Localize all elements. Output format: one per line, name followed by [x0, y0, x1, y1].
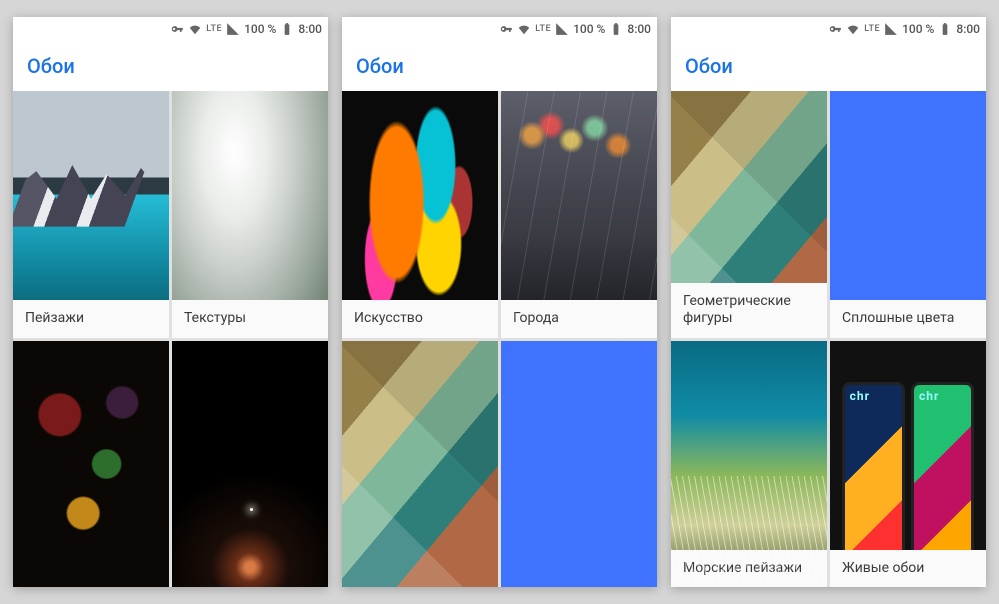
app-header: Обои: [13, 41, 328, 91]
app-header: Обои: [671, 41, 986, 91]
wifi-icon: [846, 22, 860, 36]
wallpaper-category-tile[interactable]: [172, 341, 328, 588]
category-label: Живые обои: [830, 550, 986, 588]
key-icon: [828, 22, 842, 36]
category-grid[interactable]: Геометрические фигуры Сплошные цвета Мор…: [671, 91, 986, 587]
wallpaper-category-tile[interactable]: [13, 341, 169, 588]
category-label: Сплошные цвета: [830, 300, 986, 338]
category-grid[interactable]: Искусство Города: [342, 91, 657, 587]
app-header: Обои: [342, 41, 657, 91]
battery-icon: [938, 22, 952, 36]
battery-icon: [280, 22, 294, 36]
category-label: Искусство: [342, 300, 498, 338]
wallpaper-category-tile[interactable]: Города: [501, 91, 657, 338]
wallpaper-category-tile[interactable]: Пейзажи: [13, 91, 169, 338]
battery-icon: [609, 22, 623, 36]
signal-icon: [884, 22, 898, 36]
wallpaper-category-tile[interactable]: [342, 341, 498, 588]
battery-pct: 100 %: [573, 22, 605, 36]
network-type: LTE: [535, 25, 551, 34]
wallpaper-category-tile[interactable]: Искусство: [342, 91, 498, 338]
category-label: Пейзажи: [13, 300, 169, 338]
clock: 8:00: [956, 22, 980, 36]
status-bar: LTE 100 % 8:00: [671, 17, 986, 41]
category-label: Города: [501, 300, 657, 338]
wallpaper-category-tile[interactable]: Текстуры: [172, 91, 328, 338]
status-bar: LTE 100 % 8:00: [13, 17, 328, 41]
battery-pct: 100 %: [902, 22, 934, 36]
phone-mock-icon: [842, 382, 905, 577]
page-title: Обои: [356, 54, 404, 78]
key-icon: [499, 22, 513, 36]
battery-pct: 100 %: [244, 22, 276, 36]
wifi-icon: [188, 22, 202, 36]
key-icon: [170, 22, 184, 36]
wallpaper-category-tile[interactable]: [501, 341, 657, 588]
wallpaper-category-tile[interactable]: Геометрические фигуры: [671, 91, 827, 338]
clock: 8:00: [298, 22, 322, 36]
status-bar: LTE 100 % 8:00: [342, 17, 657, 41]
signal-icon: [555, 22, 569, 36]
network-type: LTE: [864, 25, 880, 34]
category-label: Морские пейзажи: [671, 550, 827, 588]
signal-icon: [226, 22, 240, 36]
phone-screen: LTE 100 % 8:00 Обои Пейзажи Текстуры: [13, 17, 328, 587]
wallpaper-category-tile[interactable]: Морские пейзажи: [671, 341, 827, 588]
clock: 8:00: [627, 22, 651, 36]
category-grid[interactable]: Пейзажи Текстуры: [13, 91, 328, 587]
wallpaper-category-tile[interactable]: Сплошные цвета: [830, 91, 986, 338]
phone-mock-icon: [911, 382, 974, 577]
category-label: Текстуры: [172, 300, 328, 338]
page-title: Обои: [685, 54, 733, 78]
phone-screen: LTE 100 % 8:00 Обои Искусство Города: [342, 17, 657, 587]
wallpaper-category-tile[interactable]: Живые обои: [830, 341, 986, 588]
phone-screen: LTE 100 % 8:00 Обои Геометрические фигур…: [671, 17, 986, 587]
wifi-icon: [517, 22, 531, 36]
network-type: LTE: [206, 25, 222, 34]
category-label: Геометрические фигуры: [671, 283, 827, 338]
page-title: Обои: [27, 54, 75, 78]
